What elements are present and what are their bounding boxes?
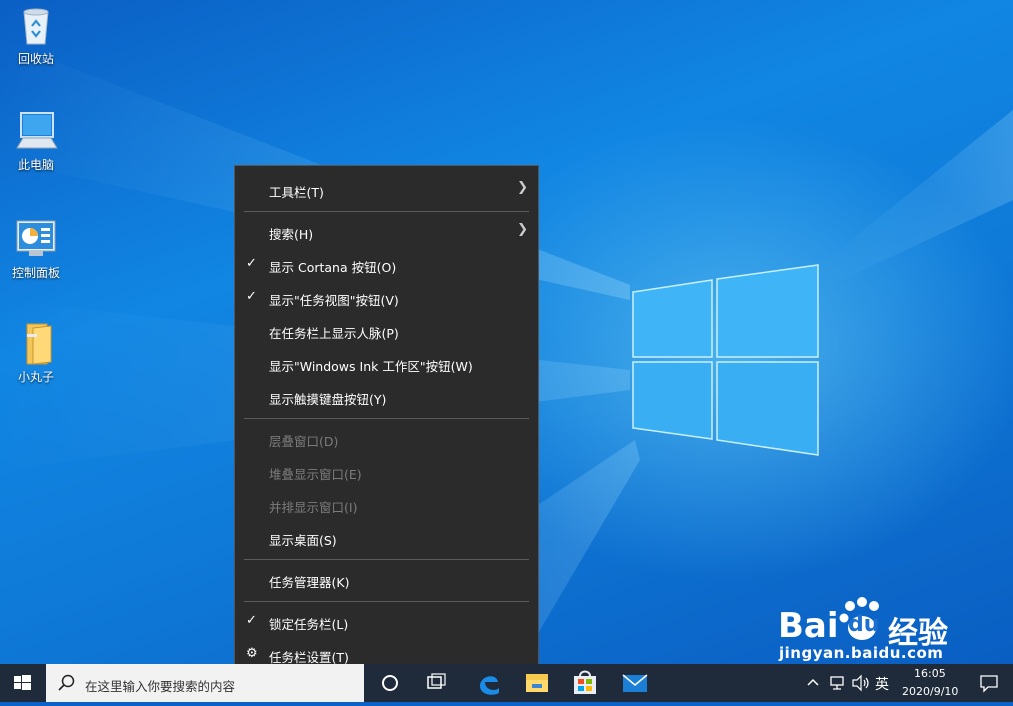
store-button[interactable] [562,664,608,702]
chevron-right-icon: ❯ [517,222,528,237]
cortana-icon [382,675,398,691]
menu-item-label: 显示"Windows Ink 工作区"按钮(W) [269,359,473,374]
windows-logo-wallpaper [632,264,819,456]
mail-icon [622,674,648,692]
menu-item-show-people[interactable]: 在任务栏上显示人脉(P) [235,316,538,346]
watermark-url: jingyan.baidu.com [779,644,944,662]
menu-separator [244,601,529,602]
menu-item-show-windows-ink[interactable]: 显示"Windows Ink 工作区"按钮(W) [235,349,538,379]
folder-icon [13,320,59,366]
desktop-icon-this-pc[interactable]: 此电脑 [1,108,71,173]
store-icon [574,670,596,694]
menu-item-label: 搜索(H) [269,227,314,242]
search-icon [58,674,75,691]
file-explorer-icon [526,674,548,692]
menu-item-search[interactable]: 搜索(H) ❯ [235,217,538,247]
menu-item-label: 显示触摸键盘按钮(Y) [269,392,387,407]
menu-item-cascade-windows: 层叠窗口(D) [235,424,538,454]
desktop-icon-recycle-bin[interactable]: 回收站 [1,2,71,67]
start-button[interactable] [0,664,46,702]
notification-icon[interactable] [979,673,999,693]
clock-time[interactable]: 16:05 [914,667,946,680]
taskbar-context-menu: 工具栏(T) ❯ 搜索(H) ❯ ✓ 显示 Cortana 按钮(O) ✓ 显示… [234,165,539,678]
mail-button[interactable] [612,664,658,702]
recycle-bin-icon [13,2,59,48]
search-placeholder: 在这里输入你要搜索的内容 [85,679,236,694]
file-explorer-button[interactable] [514,664,560,702]
desktop-icon-folder[interactable]: 小丸子 [1,320,71,385]
menu-item-task-manager[interactable]: 任务管理器(K) [235,565,538,595]
task-view-button[interactable] [412,664,458,702]
cortana-button[interactable] [366,664,412,702]
network-icon[interactable] [828,674,846,692]
menu-item-label: 并排显示窗口(I) [269,500,358,515]
menu-item-stack-windows: 堆叠显示窗口(E) [235,457,538,487]
task-view-icon [427,673,446,689]
menu-separator [244,559,529,560]
menu-item-label: 显示 Cortana 按钮(O) [269,260,397,275]
taskbar-search-box[interactable]: 在这里输入你要搜索的内容 [46,664,364,702]
menu-item-label: 锁定任务栏(L) [269,617,349,632]
menu-item-lock-taskbar[interactable]: ✓ 锁定任务栏(L) [235,607,538,637]
edge-icon [480,676,499,695]
desktop-icon-label: 此电脑 [17,158,54,172]
watermark-brand-2: du [848,612,880,637]
menu-item-show-cortana[interactable]: ✓ 显示 Cortana 按钮(O) [235,250,538,280]
menu-item-label: 层叠窗口(D) [269,434,339,449]
menu-item-label: 任务管理器(K) [269,575,350,590]
taskbar: 在这里输入你要搜索的内容 英 16:05 2020/9/10 [0,664,1013,702]
control-panel-icon [13,216,59,262]
chevron-right-icon: ❯ [517,180,528,195]
checkmark-icon: ✓ [246,613,257,628]
menu-item-label: 显示桌面(S) [269,533,337,548]
checkmark-icon: ✓ [246,256,257,271]
desktop-icon-label: 回收站 [17,52,54,66]
volume-icon[interactable] [851,674,871,692]
desktop-icon-control-panel[interactable]: 控制面板 [1,216,71,281]
menu-item-label: 堆叠显示窗口(E) [269,467,362,482]
clock-date[interactable]: 2020/9/10 [902,685,958,698]
chevron-up-icon[interactable] [805,675,821,691]
windows-start-icon [14,675,31,690]
gear-icon: ⚙ [246,646,258,661]
desktop-icon-label: 控制面板 [11,266,60,280]
menu-item-show-desktop[interactable]: 显示桌面(S) [235,523,538,553]
baidu-watermark: Bai du 经验 jingyan.baidu.com [778,592,1008,662]
menu-item-show-task-view[interactable]: ✓ 显示"任务视图"按钮(V) [235,283,538,313]
menu-item-show-touch-keyboard[interactable]: 显示触摸键盘按钮(Y) [235,382,538,412]
watermark-brand: Bai [778,606,839,646]
menu-item-label: 显示"任务视图"按钮(V) [269,293,399,308]
menu-item-side-by-side: 并排显示窗口(I) [235,490,538,520]
computer-icon [13,108,59,154]
menu-item-label: 工具栏(T) [269,185,324,200]
ime-indicator[interactable]: 英 [875,674,889,694]
edge-button[interactable] [466,664,512,702]
menu-separator [244,211,529,212]
menu-separator [244,418,529,419]
menu-item-toolbars[interactable]: 工具栏(T) ❯ [235,175,538,205]
menu-item-label: 在任务栏上显示人脉(P) [269,326,399,341]
desktop-icon-label: 小丸子 [17,370,54,384]
checkmark-icon: ✓ [246,289,257,304]
